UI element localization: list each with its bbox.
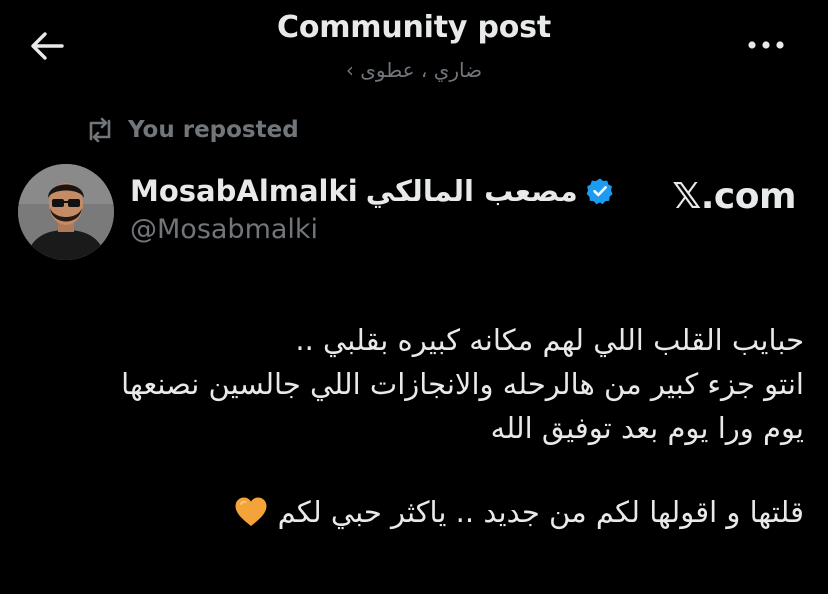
post-line: حبايب القلب اللي لهم مكانه كبيره بقلبي .…	[295, 323, 804, 357]
x-watermark: 𝕏.com	[672, 176, 796, 217]
post-line: يوم ورا يوم بعد توفيق الله	[490, 411, 804, 445]
more-options-button[interactable]	[744, 30, 788, 60]
post-closing-line: قلتها و اقولها لكم من جديد .. ياكثر حبي …	[14, 490, 804, 540]
verified-badge-icon	[586, 178, 613, 205]
post-screen: Community post ضاري ، عطوى › You reposte…	[0, 0, 828, 594]
repost-label: You reposted	[128, 117, 299, 143]
post-closing-text: قلتها و اقولها لكم من جديد .. ياكثر حبي …	[277, 495, 804, 529]
repost-icon	[89, 117, 111, 143]
avatar-photo	[18, 164, 114, 260]
avatar[interactable]	[18, 164, 114, 260]
more-dots-icon	[748, 41, 784, 49]
orange-heart-icon	[234, 496, 268, 540]
community-breadcrumb[interactable]: ضاري ، عطوى ›	[0, 58, 828, 82]
author-name[interactable]: MosabAlmalki مصعب المالكي	[130, 174, 614, 208]
page-title: Community post	[277, 10, 551, 45]
post-text: حبايب القلب اللي لهم مكانه كبيره بقلبي .…	[14, 318, 804, 540]
author-name-latin: MosabAlmalki	[130, 174, 358, 208]
author-name-arabic: مصعب المالكي	[365, 174, 578, 208]
author-handle[interactable]: @Mosabmalki	[130, 214, 318, 245]
post-line: انتو جزء كبير من هالرحله والانجازات اللي…	[121, 367, 804, 401]
repost-indicator: You reposted	[84, 112, 299, 148]
